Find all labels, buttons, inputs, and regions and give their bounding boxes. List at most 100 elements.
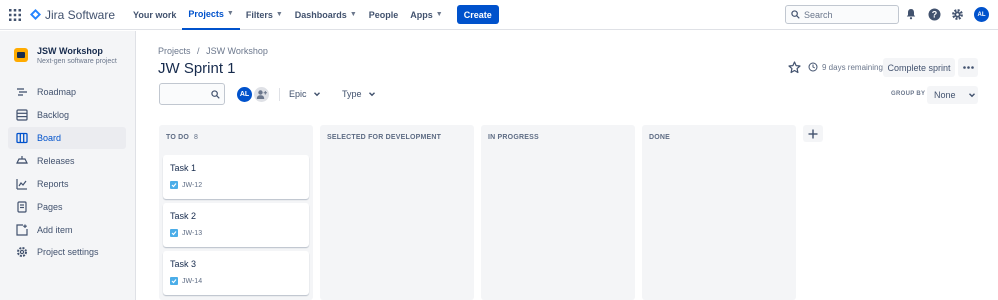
roadmap-icon: [15, 86, 28, 99]
app-switcher-icon[interactable]: [0, 0, 30, 30]
type-filter[interactable]: Type: [342, 89, 376, 99]
search-icon: [211, 90, 220, 99]
issue-key: JW-14: [182, 277, 203, 285]
sidebar-item-label: Releases: [37, 156, 75, 166]
notifications-icon[interactable]: [904, 7, 918, 21]
column-title: DONE: [649, 134, 671, 141]
nav-label: People: [368, 9, 399, 20]
column-done: DONE: [642, 125, 796, 300]
card-key-row: JW-13: [170, 229, 202, 237]
releases-icon: [15, 155, 28, 168]
group-by-value: None: [934, 90, 956, 100]
sidebar-item-label: Project settings: [37, 247, 99, 257]
jira-diamond-icon: [30, 9, 41, 20]
top-navigation: Jira Software Your work Projects ▼ Filter…: [0, 0, 998, 30]
type-filter-label: Type: [342, 89, 362, 99]
column-header: SELECTED FOR DEVELOPMENT: [327, 134, 441, 141]
jira-logo[interactable]: Jira Software: [30, 8, 115, 22]
add-person-icon: [256, 90, 267, 99]
column-header: DONE: [649, 134, 670, 141]
remaining-text: 9 days remaining: [822, 62, 883, 72]
sidebar-item-board[interactable]: Board: [8, 127, 126, 149]
sidebar-item-label: Reports: [37, 179, 69, 189]
add-column-button[interactable]: [803, 125, 823, 142]
column-selected-for-development: SELECTED FOR DEVELOPMENT: [320, 125, 474, 300]
more-actions-button[interactable]: [958, 58, 978, 77]
chevron-down-icon: [313, 92, 320, 97]
epic-filter-label: Epic: [289, 89, 307, 99]
board-search-input[interactable]: [159, 83, 225, 105]
pages-icon: [15, 201, 28, 214]
card-key-row: JW-14: [170, 277, 202, 285]
svg-text:?: ?: [931, 9, 937, 19]
nav-people[interactable]: People: [363, 0, 405, 30]
epic-filter[interactable]: Epic: [289, 89, 321, 99]
nav-label: Apps: [410, 9, 433, 20]
project-type: Next-gen software project: [37, 58, 117, 65]
create-button[interactable]: Create: [456, 5, 499, 24]
sidebar-item-label: Board: [37, 133, 62, 143]
task-type-icon: [170, 181, 178, 189]
sidebar-item-backlog[interactable]: Backlog: [8, 104, 126, 126]
chevron-down-icon: ▼: [275, 11, 283, 18]
sidebar-item-roadmap[interactable]: Roadmap: [8, 81, 126, 103]
sidebar-item-add-item[interactable]: Add item: [8, 219, 126, 241]
column-count: 8: [194, 134, 199, 141]
breadcrumb: Projects / JSW Workshop: [158, 46, 272, 56]
column-in-progress: IN PROGRESS: [481, 125, 635, 300]
nav-apps[interactable]: Apps ▼: [404, 0, 448, 30]
sprint-remaining: 9 days remaining: [808, 62, 883, 72]
column-header: IN PROGRESS: [488, 134, 539, 141]
add-people-button[interactable]: [252, 85, 271, 104]
sidebar-item-pages[interactable]: Pages: [8, 196, 126, 218]
task-type-icon: [170, 229, 178, 237]
backlog-icon: [15, 109, 28, 122]
star-icon[interactable]: [788, 61, 801, 79]
card-key-row: JW-12: [170, 181, 202, 189]
sidebar-item-project-settings[interactable]: Project settings: [8, 241, 126, 263]
project-avatar-icon: [14, 48, 28, 62]
group-by-label: GROUP BY: [891, 91, 926, 97]
card-title: Task 3: [170, 259, 197, 269]
search-input[interactable]: Search: [785, 5, 899, 24]
help-icon[interactable]: ?: [927, 7, 941, 21]
plus-icon: [808, 129, 818, 138]
chevron-down-icon: [368, 92, 375, 97]
project-sidebar: JSW Workshop Next-gen software project R…: [0, 31, 136, 300]
project-name: JSW Workshop: [37, 46, 103, 56]
brand-name: Jira Software: [45, 7, 116, 22]
column-header: TO DO 8: [166, 134, 198, 141]
nav-dashboards[interactable]: Dashboards ▼: [289, 0, 363, 30]
chevron-down-icon: ▼: [226, 10, 234, 17]
nav-your-work[interactable]: Your work: [127, 0, 182, 30]
issue-card[interactable]: Task 2 JW-13: [163, 203, 309, 247]
column-title: TO DO: [166, 134, 190, 141]
sidebar-item-reports[interactable]: Reports: [8, 173, 126, 195]
user-avatar[interactable]: AL: [974, 7, 989, 22]
board-icon: [15, 132, 28, 145]
column-title: IN PROGRESS: [488, 134, 539, 141]
gear-icon: [15, 246, 28, 259]
nav-label: Dashboards: [294, 9, 347, 20]
search-icon: [791, 10, 800, 19]
group-by-select[interactable]: None: [927, 86, 978, 104]
breadcrumb-projects[interactable]: Projects: [158, 46, 191, 56]
column-to-do: TO DO 8 Task 1 JW-12 Task 2 JW-13 Task 3 …: [159, 125, 313, 300]
clock-icon: [808, 62, 818, 72]
search-placeholder: Search: [804, 9, 833, 20]
project-header[interactable]: JSW Workshop Next-gen software project: [14, 46, 117, 65]
filter-divider: [279, 88, 280, 101]
issue-card[interactable]: Task 3 JW-14: [163, 251, 309, 295]
more-icon: [962, 66, 974, 69]
nav-filters[interactable]: Filters ▼: [240, 0, 289, 30]
complete-sprint-button[interactable]: Complete sprint: [883, 58, 955, 77]
issue-card[interactable]: Task 1 JW-12: [163, 155, 309, 199]
breadcrumb-project[interactable]: JSW Workshop: [206, 46, 268, 56]
sidebar-item-releases[interactable]: Releases: [8, 150, 126, 172]
sidebar-item-label: Backlog: [37, 110, 70, 120]
card-title: Task 1: [170, 163, 197, 173]
nav-label: Your work: [133, 9, 177, 20]
column-title: SELECTED FOR DEVELOPMENT: [327, 134, 442, 141]
gear-icon[interactable]: [950, 7, 964, 21]
nav-projects[interactable]: Projects ▼: [182, 0, 240, 30]
